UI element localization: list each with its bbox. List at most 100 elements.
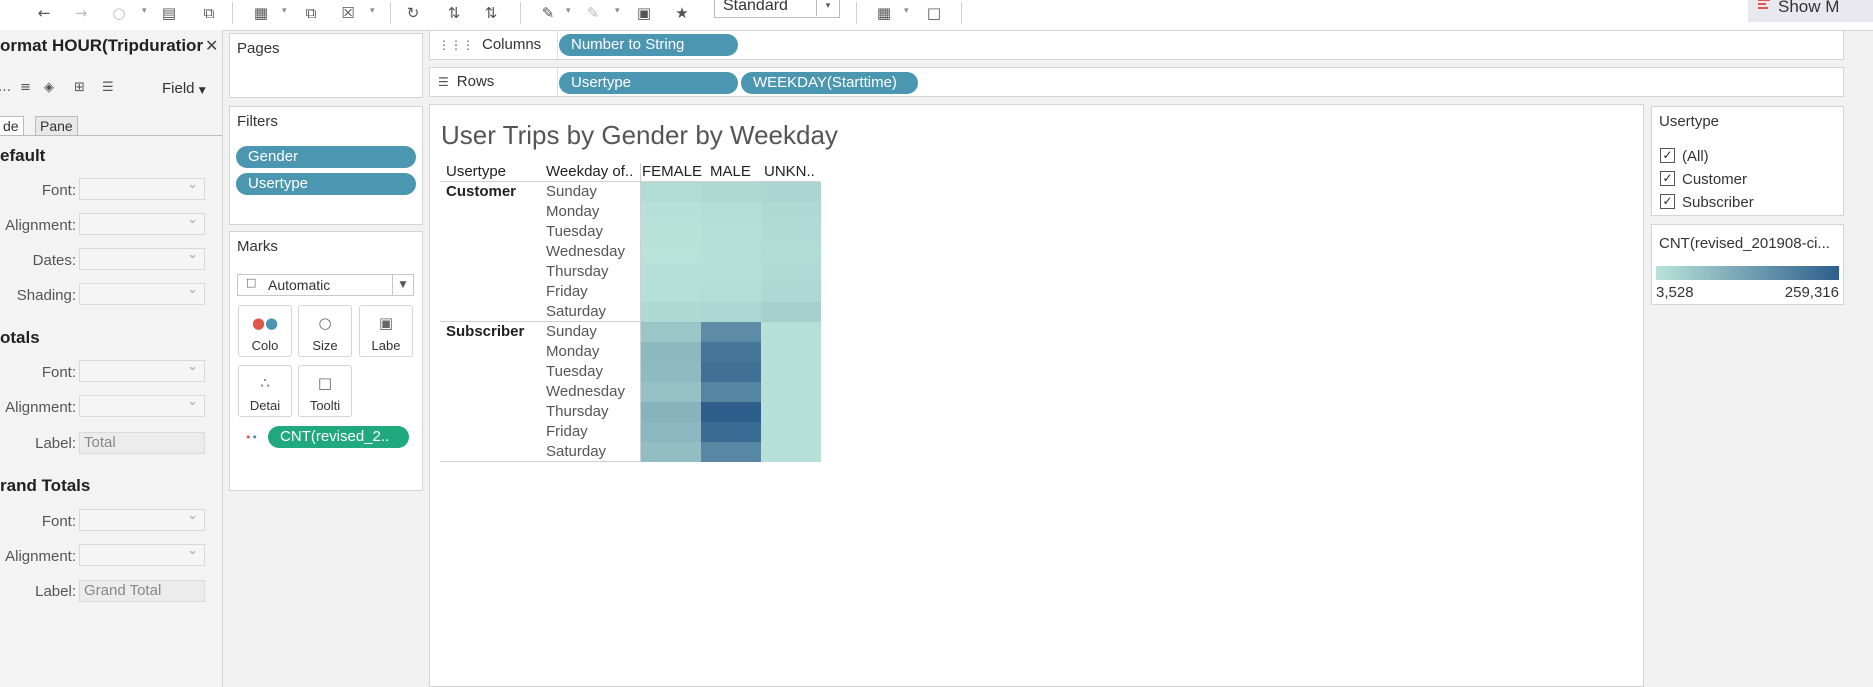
lines-icon[interactable]: ☰ (102, 80, 114, 95)
checkbox-all[interactable]: ✓ (1660, 148, 1675, 163)
sort-asc-icon[interactable]: ⇅ (443, 3, 465, 23)
duplicate-icon[interactable]: ⧉ (300, 3, 322, 23)
filter-pill-usertype[interactable]: Usertype (236, 173, 416, 195)
show-me-button[interactable]: Show M (1748, 0, 1873, 22)
columns-shelf[interactable]: ⋮⋮⋮ Columns Number to String (429, 30, 1844, 60)
size-button[interactable]: ○ Size (298, 305, 352, 357)
heatmap-cell[interactable] (641, 442, 701, 462)
heatmap-cell[interactable] (701, 322, 761, 342)
heatmap-cell[interactable] (761, 382, 821, 402)
alignment-dropdown[interactable] (79, 394, 205, 417)
heatmap-cell[interactable] (701, 262, 761, 282)
label-button[interactable]: ▣ Labe (359, 305, 413, 357)
heatmap-cell[interactable] (701, 342, 761, 362)
detail-button[interactable]: ∴ Detai (238, 365, 292, 417)
highlight-icon[interactable]: ✎ (537, 3, 559, 23)
chevron-down-icon[interactable]: ▾ (904, 6, 909, 16)
heatmap-cell[interactable] (761, 282, 821, 302)
labels-icon[interactable]: ▣ (633, 3, 655, 23)
heatmap-cell[interactable] (641, 182, 701, 202)
save-icon[interactable]: ▤ (158, 3, 180, 23)
shading-dropdown[interactable] (79, 282, 205, 305)
heatmap-cell[interactable] (761, 242, 821, 262)
heatmap-cell[interactable] (641, 262, 701, 282)
borders-icon[interactable]: ⊞ (74, 80, 85, 95)
rows-pill-usertype[interactable]: Usertype (559, 72, 738, 94)
pages-shelf[interactable]: Pages (229, 33, 423, 98)
sort-desc-icon[interactable]: ⇅ (480, 3, 502, 23)
filters-shelf[interactable]: Filters Gender Usertype (229, 106, 423, 225)
heatmap-cell[interactable] (641, 342, 701, 362)
heatmap-cell[interactable] (701, 442, 761, 462)
chevron-down-icon[interactable]: ▾ (282, 6, 287, 16)
tooltip-button[interactable]: □ Toolti (298, 365, 352, 417)
presentation-icon[interactable]: □ (923, 3, 945, 23)
total-label-input[interactable]: Total (79, 432, 205, 454)
heatmap-cell[interactable] (641, 242, 701, 262)
chevron-down-icon[interactable]: ▾ (142, 6, 147, 16)
heatmap-cell[interactable] (701, 362, 761, 382)
tab-pane[interactable]: Pane (35, 116, 78, 135)
heatmap-cell[interactable] (641, 302, 701, 322)
pin-icon[interactable]: ★ (671, 3, 693, 23)
heatmap-cell[interactable] (761, 442, 821, 462)
heatmap-cell[interactable] (701, 202, 761, 222)
heatmap-cell[interactable] (641, 402, 701, 422)
color-field-pill[interactable]: CNT(revised_2.. (268, 426, 409, 448)
shading-icon[interactable]: ◈ (44, 80, 54, 95)
redo-icon[interactable]: → (70, 3, 92, 23)
checkbox-customer[interactable]: ✓ (1660, 171, 1675, 186)
heatmap-cell[interactable] (701, 242, 761, 262)
chevron-down-icon[interactable]: ▾ (615, 6, 620, 16)
rows-pill-weekday[interactable]: WEEKDAY(Starttime) (741, 72, 918, 94)
heatmap-cell[interactable] (701, 422, 761, 442)
heatmap-cell[interactable] (641, 382, 701, 402)
dates-dropdown[interactable] (79, 247, 205, 270)
heatmap-cell[interactable] (641, 282, 701, 302)
font-icon[interactable]: … (0, 80, 11, 95)
close-icon[interactable]: ✕ (205, 36, 218, 56)
annotate-icon[interactable]: ✎ (582, 3, 604, 23)
alignment-dropdown[interactable] (79, 543, 205, 566)
heatmap-cell[interactable] (761, 302, 821, 322)
grand-total-label-input[interactable]: Grand Total (79, 580, 205, 602)
fit-select[interactable]: Standard ▾ (714, 0, 840, 18)
swap-icon[interactable]: ↻ (402, 3, 424, 23)
checkbox-subscriber[interactable]: ✓ (1660, 194, 1675, 209)
chevron-down-icon[interactable]: ▾ (370, 6, 375, 16)
tab-sheet[interactable]: de (0, 116, 24, 135)
font-dropdown[interactable] (79, 508, 205, 531)
heatmap-cell[interactable] (641, 362, 701, 382)
undo-icon[interactable]: ← (33, 3, 55, 23)
field-dropdown[interactable]: Field ▼ (162, 80, 206, 97)
heatmap-cell[interactable] (761, 422, 821, 442)
new-datasource-icon[interactable]: ○ (108, 3, 130, 23)
heatmap-cell[interactable] (641, 322, 701, 342)
chevron-down-icon[interactable]: ▾ (566, 6, 571, 16)
heatmap-cell[interactable] (701, 182, 761, 202)
align-icon[interactable]: ≡ (20, 80, 31, 95)
filter-pill-gender[interactable]: Gender (236, 146, 416, 168)
heatmap-cell[interactable] (701, 302, 761, 322)
chevron-down-icon[interactable]: ▾ (816, 0, 839, 16)
heatmap-cell[interactable] (701, 402, 761, 422)
heatmap-cell[interactable] (701, 382, 761, 402)
heatmap-cell[interactable] (761, 322, 821, 342)
font-dropdown[interactable] (79, 359, 205, 382)
heatmap-cell[interactable] (641, 222, 701, 242)
heatmap-cell[interactable] (701, 282, 761, 302)
heatmap-cell[interactable] (641, 202, 701, 222)
heatmap-cell[interactable] (701, 222, 761, 242)
rows-shelf[interactable]: ☰ Rows Usertype WEEKDAY(Starttime) (429, 67, 1844, 97)
chart-icon[interactable]: ▦ (873, 3, 895, 23)
color-button[interactable]: ●● Colo (238, 305, 292, 357)
clear-icon[interactable]: ☒ (337, 3, 359, 23)
alignment-dropdown[interactable] (79, 212, 205, 235)
new-worksheet-icon[interactable]: ▦ (250, 3, 272, 23)
font-dropdown[interactable] (79, 177, 205, 200)
heatmap-cell[interactable] (761, 202, 821, 222)
heatmap-cell[interactable] (641, 422, 701, 442)
heatmap-cell[interactable] (761, 342, 821, 362)
heatmap-cell[interactable] (761, 262, 821, 282)
heatmap-cell[interactable] (761, 182, 821, 202)
